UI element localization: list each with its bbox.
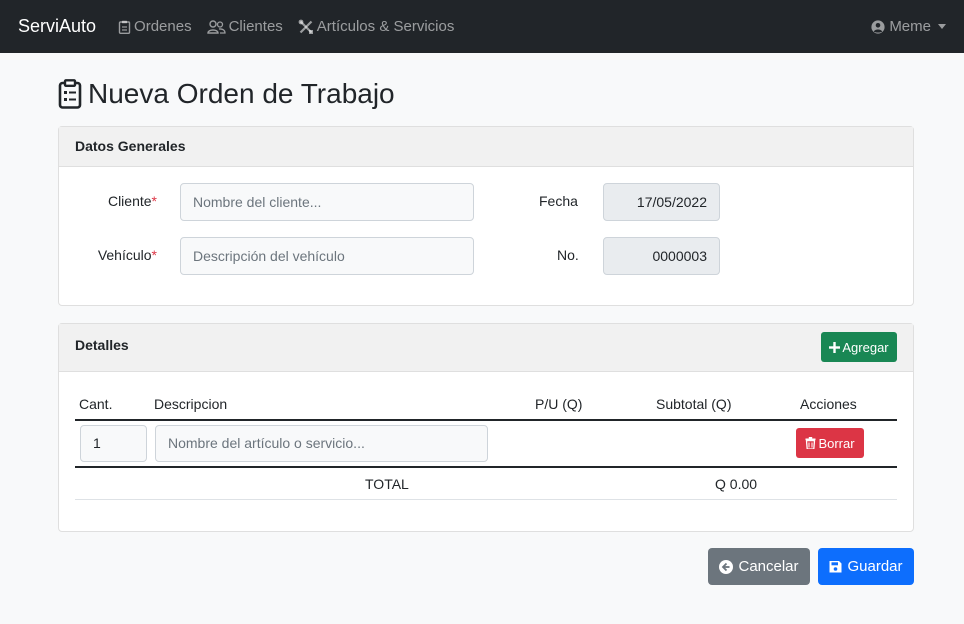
- user-name: Meme: [889, 18, 931, 35]
- column-header-cant: Cant.: [79, 396, 113, 412]
- nav-link-clientes[interactable]: Clientes: [206, 18, 283, 35]
- nav-link-articulos[interactable]: Artículos & Servicios: [298, 18, 455, 35]
- arrow-circle-left-icon: [719, 559, 734, 574]
- save-button-label: Guardar: [847, 558, 903, 575]
- column-header-pu: P/U (Q): [535, 396, 583, 412]
- cancel-button[interactable]: Cancelar: [708, 548, 810, 585]
- column-header-subtotal: Subtotal (Q): [656, 396, 732, 412]
- clipboard-icon: [118, 20, 131, 34]
- details-header: Detalles Agregar: [59, 324, 913, 372]
- fecha-label-text: Fecha: [539, 193, 578, 209]
- main-container: Nueva Orden de Trabajo Datos Generales C…: [58, 53, 914, 585]
- save-icon: [829, 561, 842, 573]
- user-circle-icon: [871, 19, 885, 34]
- details-card: Detalles Agregar Cant. Descripcion P/U (…: [58, 323, 914, 532]
- people-icon: [206, 19, 226, 34]
- details-header-title: Detalles: [75, 337, 129, 353]
- page-title-text: Nueva Orden de Trabajo: [88, 78, 395, 109]
- trash-icon: [805, 437, 816, 449]
- table-header-divider: [75, 419, 897, 421]
- nav-link-label: Artículos & Servicios: [316, 18, 455, 35]
- total-value: Q 0.00: [715, 476, 758, 492]
- nav-link-ordenes[interactable]: Ordenes: [118, 18, 192, 35]
- clipboard-list-icon: [58, 79, 82, 109]
- item-description-input[interactable]: Nombre del artículo o servicio...: [155, 425, 488, 462]
- vehiculo-input[interactable]: Descripción del vehículo: [180, 237, 474, 275]
- column-header-acciones: Acciones: [800, 396, 857, 412]
- page-title: Nueva Orden de Trabajo: [58, 77, 914, 111]
- cliente-label: Cliente*: [59, 193, 157, 209]
- brand-logo[interactable]: ServiAuto: [18, 16, 96, 37]
- quantity-input[interactable]: 1: [80, 425, 147, 462]
- save-button[interactable]: Guardar: [818, 548, 914, 585]
- tools-icon: [298, 19, 313, 34]
- add-item-button[interactable]: Agregar: [821, 332, 897, 362]
- cliente-input[interactable]: Nombre del cliente...: [180, 183, 474, 221]
- delete-row-button[interactable]: Borrar: [796, 428, 864, 458]
- cancel-button-label: Cancelar: [738, 558, 799, 575]
- required-mark: *: [151, 247, 157, 263]
- column-header-descripcion: Descripcion: [154, 396, 228, 412]
- cliente-label-text: Cliente: [107, 193, 152, 209]
- total-label: TOTAL: [365, 476, 409, 492]
- top-navbar: ServiAuto Ordenes Clientes Artículos & S…: [0, 0, 964, 53]
- table-body-divider: [75, 466, 897, 468]
- table-footer-divider: [75, 499, 897, 500]
- add-item-label: Agregar: [842, 339, 889, 355]
- general-data-header: Datos Generales: [59, 127, 913, 167]
- nav-link-label: Clientes: [228, 18, 283, 35]
- vehiculo-label-text: Vehículo: [97, 247, 152, 263]
- fecha-label: Fecha: [539, 193, 578, 209]
- required-mark: *: [151, 193, 157, 209]
- vehiculo-label: Vehículo*: [59, 247, 157, 263]
- fecha-field: 17/05/2022: [603, 183, 720, 221]
- delete-row-label: Borrar: [818, 435, 855, 451]
- no-label-text: No.: [557, 247, 579, 263]
- chevron-down-icon: [938, 24, 946, 29]
- no-field: 0000003: [603, 237, 720, 275]
- plus-icon: [829, 341, 841, 353]
- no-label: No.: [557, 247, 579, 263]
- nav-link-label: Ordenes: [134, 18, 192, 35]
- user-menu[interactable]: Meme: [871, 18, 946, 35]
- general-data-card: Datos Generales Cliente* Nombre del clie…: [58, 126, 914, 306]
